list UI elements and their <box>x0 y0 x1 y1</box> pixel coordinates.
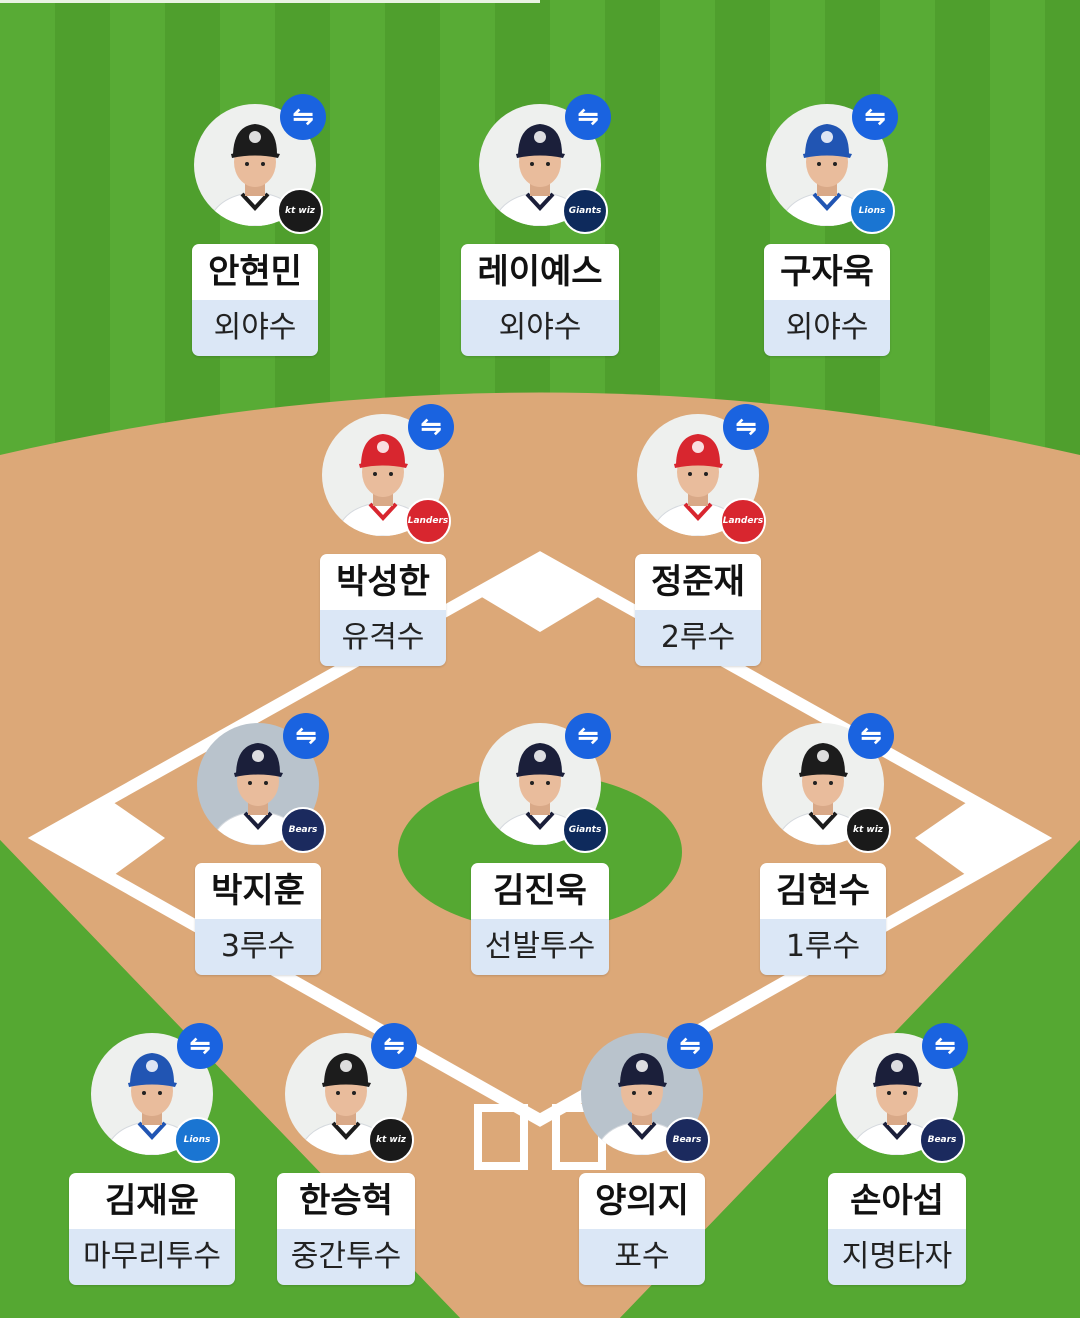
player-name: 박성한 <box>320 554 446 610</box>
player-position: 3루수 <box>195 919 321 975</box>
player-card-second-base[interactable]: Landers ⇋ 정준재 2루수 <box>613 404 783 666</box>
team-logo-icon: Giants <box>562 188 608 234</box>
player-card-starting-pitcher[interactable]: Giants ⇋ 김진욱 선발투수 <box>455 713 625 975</box>
player-position: 지명타자 <box>827 1229 967 1285</box>
player-position: 외야수 <box>764 300 890 356</box>
player-position: 선발투수 <box>470 919 610 975</box>
eye-left <box>336 1091 340 1095</box>
player-name: 정준재 <box>635 554 761 610</box>
cap-emblem <box>340 1060 352 1072</box>
swap-arrows-icon[interactable]: ⇋ <box>565 713 611 759</box>
cap-emblem <box>636 1060 648 1072</box>
cap-emblem <box>252 750 264 762</box>
player-name: 김진욱 <box>470 863 610 919</box>
player-name: 구자욱 <box>764 244 890 300</box>
swap-arrows-icon[interactable]: ⇋ <box>667 1023 713 1069</box>
team-logo-icon: Bears <box>280 807 326 853</box>
team-logo-icon: Bears <box>919 1117 965 1163</box>
player-position: 외야수 <box>461 300 619 356</box>
eye-left <box>530 781 534 785</box>
player-card-catcher[interactable]: Bears ⇋ 양의지 포수 <box>557 1023 727 1285</box>
player-name: 김현수 <box>760 863 886 919</box>
eye-left <box>813 781 817 785</box>
top-progress-bar <box>0 0 540 3</box>
team-logo-icon: Bears <box>664 1117 710 1163</box>
cap-emblem <box>821 131 833 143</box>
team-logo-icon: Lions <box>849 188 895 234</box>
cap-emblem <box>534 750 546 762</box>
eye-left <box>688 472 692 476</box>
team-logo-icon: kt wiz <box>845 807 891 853</box>
eye-right <box>352 1091 356 1095</box>
swap-arrows-icon[interactable]: ⇋ <box>371 1023 417 1069</box>
eye-right <box>833 162 837 166</box>
player-name: 레이예스 <box>461 244 619 300</box>
eye-right <box>704 472 708 476</box>
player-card-closer[interactable]: Lions ⇋ 김재윤 마무리투수 <box>67 1023 237 1285</box>
player-name: 한승혁 <box>276 1173 416 1229</box>
swap-arrows-icon[interactable]: ⇋ <box>283 713 329 759</box>
eye-right <box>261 162 265 166</box>
player-name: 손아섭 <box>827 1173 967 1229</box>
player-position: 외야수 <box>192 300 318 356</box>
player-card-relief-pitcher[interactable]: kt wiz ⇋ 한승혁 중간투수 <box>261 1023 431 1285</box>
eye-right <box>158 1091 162 1095</box>
cap-emblem <box>377 441 389 453</box>
eye-left <box>817 162 821 166</box>
eye-right <box>903 1091 907 1095</box>
eye-right <box>829 781 833 785</box>
eye-left <box>373 472 377 476</box>
player-card-center-field[interactable]: Giants ⇋ 레이예스 외야수 <box>455 94 625 356</box>
team-logo-icon: kt wiz <box>368 1117 414 1163</box>
swap-arrows-icon[interactable]: ⇋ <box>852 94 898 140</box>
team-logo-icon: kt wiz <box>277 188 323 234</box>
cap-emblem <box>692 441 704 453</box>
team-logo-icon: Landers <box>405 498 451 544</box>
cap-emblem <box>534 131 546 143</box>
team-logo-icon: Giants <box>562 807 608 853</box>
player-card-designated-hitter[interactable]: Bears ⇋ 손아섭 지명타자 <box>812 1023 982 1285</box>
swap-arrows-icon[interactable]: ⇋ <box>848 713 894 759</box>
player-position: 2루수 <box>635 610 761 666</box>
player-card-third-base[interactable]: Bears ⇋ 박지훈 3루수 <box>173 713 343 975</box>
swap-arrows-icon[interactable]: ⇋ <box>723 404 769 450</box>
eye-right <box>648 1091 652 1095</box>
player-position: 마무리투수 <box>69 1229 235 1285</box>
player-position: 1루수 <box>760 919 886 975</box>
eye-right <box>389 472 393 476</box>
cap-emblem <box>146 1060 158 1072</box>
cap-emblem <box>817 750 829 762</box>
eye-left <box>248 781 252 785</box>
player-name: 박지훈 <box>195 863 321 919</box>
swap-arrows-icon[interactable]: ⇋ <box>177 1023 223 1069</box>
cap-emblem <box>891 1060 903 1072</box>
player-name: 김재윤 <box>69 1173 235 1229</box>
player-card-right-field[interactable]: Lions ⇋ 구자욱 외야수 <box>742 94 912 356</box>
player-card-first-base[interactable]: kt wiz ⇋ 김현수 1루수 <box>738 713 908 975</box>
player-card-shortstop[interactable]: Landers ⇋ 박성한 유격수 <box>298 404 468 666</box>
team-logo-icon: Lions <box>174 1117 220 1163</box>
swap-arrows-icon[interactable]: ⇋ <box>565 94 611 140</box>
eye-left <box>245 162 249 166</box>
eye-left <box>142 1091 146 1095</box>
player-card-left-field[interactable]: kt wiz ⇋ 안현민 외야수 <box>170 94 340 356</box>
swap-arrows-icon[interactable]: ⇋ <box>922 1023 968 1069</box>
eye-right <box>546 162 550 166</box>
eye-left <box>632 1091 636 1095</box>
player-name: 양의지 <box>579 1173 705 1229</box>
eye-left <box>530 162 534 166</box>
cap-emblem <box>249 131 261 143</box>
player-position: 유격수 <box>320 610 446 666</box>
player-position: 중간투수 <box>276 1229 416 1285</box>
player-name: 안현민 <box>192 244 318 300</box>
eye-right <box>264 781 268 785</box>
swap-arrows-icon[interactable]: ⇋ <box>408 404 454 450</box>
swap-arrows-icon[interactable]: ⇋ <box>280 94 326 140</box>
player-position: 포수 <box>579 1229 705 1285</box>
team-logo-icon: Landers <box>720 498 766 544</box>
eye-left <box>887 1091 891 1095</box>
eye-right <box>546 781 550 785</box>
